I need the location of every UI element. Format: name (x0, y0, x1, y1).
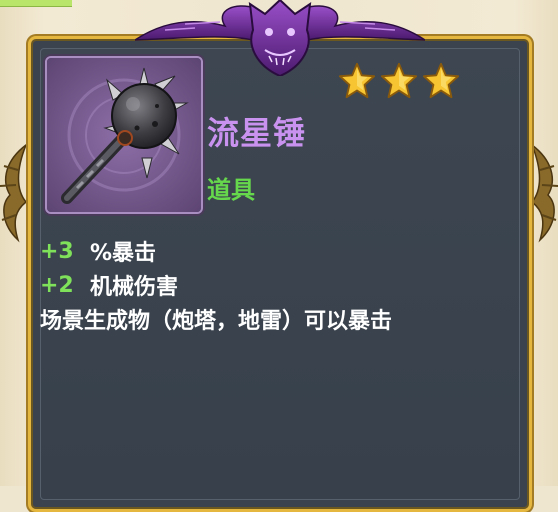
item-icon-frame[interactable] (45, 56, 203, 214)
stat-row-crit: +3 %暴击 (40, 234, 510, 268)
stat-row-mechanical-damage: +2 机械伤害 (40, 268, 510, 302)
spiked-mace-icon (47, 58, 201, 212)
item-name: 流星锤 (207, 114, 307, 152)
stat-value: +2 (40, 272, 74, 298)
stat-label: 机械伤害 (90, 275, 179, 300)
item-type: 道具 (207, 176, 255, 204)
item-stats: +3 %暴击 +2 机械伤害 场景生成物（炮塔，地雷）可以暴击 (40, 234, 510, 336)
item-description: 场景生成物（炮塔，地雷）可以暴击 (40, 309, 393, 334)
stat-value: +3 (40, 238, 74, 264)
stat-label: %暴击 (90, 241, 157, 266)
star-icon (422, 62, 460, 99)
star-icon (338, 62, 376, 99)
star-rating (338, 62, 466, 102)
star-icon (380, 62, 418, 99)
top-left-tab-edge (0, 0, 72, 7)
